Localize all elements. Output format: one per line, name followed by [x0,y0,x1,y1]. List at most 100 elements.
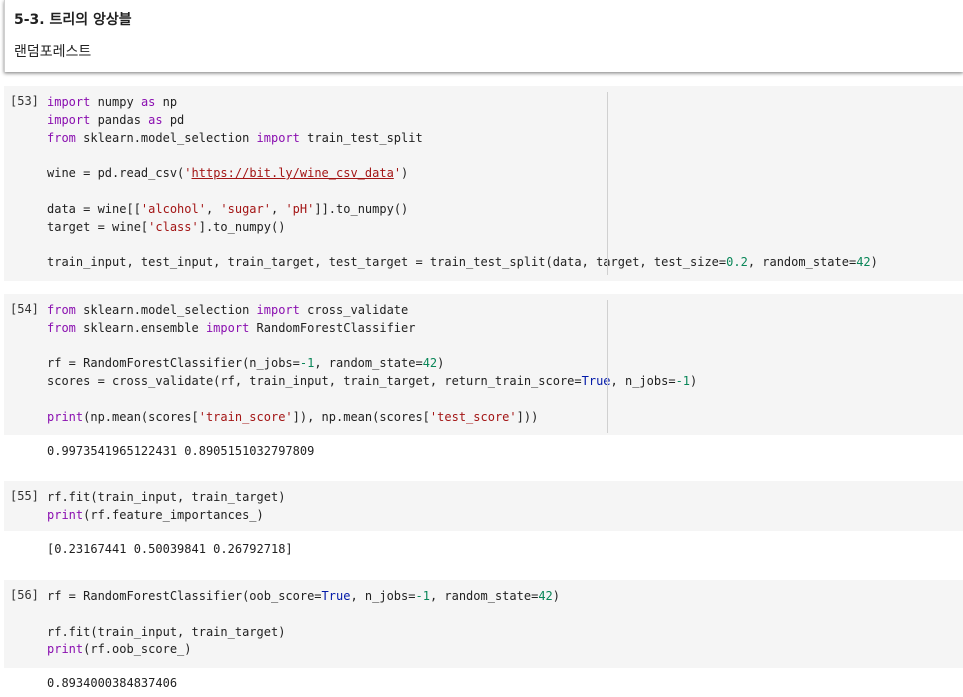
keyword: as [148,112,163,127]
keyword: from [47,130,76,145]
execution-count: [53] [10,94,39,108]
code-text: , random_state= [314,356,423,371]
code-text: (rf.oob_score_) [83,642,192,657]
code-editor[interactable]: import numpy as np import pandas as pd fro… [47,94,878,272]
section-heading: 5-3. 트리의 앙상블 [14,12,132,28]
code-text: scores = cross_validate(rf, train_input,… [47,374,582,389]
code-text: RandomForestClassifier [249,320,416,335]
execution-count: [54] [10,302,39,316]
code-text: np [155,95,178,109]
number: 42 [856,255,871,270]
code-line: data = wine[['alcohol', 'sugar', 'pH']].… [47,201,878,219]
code-line: from sklearn.model_selection import trai… [47,130,878,148]
number: 0.2 [726,255,748,270]
keyword: import [205,320,250,335]
code-text: ]), np.mean(scores[ [292,409,430,424]
code-text: , random_state= [747,255,857,270]
keyword: import [256,130,300,145]
cell-output: [0.23167441 0.50039841 0.26792718] [47,542,293,556]
keyword: as [140,95,156,109]
code-line: import numpy as np [47,94,878,112]
string: 'sugar' [220,201,271,216]
code-line: wine = pd.read_csv('https://bit.ly/wine_… [47,165,878,183]
number: -1 [415,589,430,603]
code-line: from sklearn.model_selection import cros… [47,302,697,320]
code-text: ].to_numpy() [198,219,286,234]
keyword: import [256,303,300,317]
keyword: from [47,303,76,317]
column-ruler [607,92,608,275]
code-cell-55[interactable]: [55] rf.fit(train_input, train_target)pr… [4,481,963,531]
code-editor[interactable]: from sklearn.model_selection import cros… [47,302,697,427]
code-text: , n_jobs= [350,589,416,603]
code-line: print(np.mean(scores['train_score']), np… [47,409,697,427]
constant: True [321,589,351,603]
code-cell-54[interactable]: [54] from sklearn.model_selection import… [4,294,963,435]
code-text: train_test_split [299,130,423,145]
code-line: print(rf.oob_score_) [47,641,560,659]
builtin: print [47,642,84,657]
code-text: cross_validate [299,303,409,317]
code-cell-56[interactable]: [56] rf = RandomForestClassifier(oob_sco… [4,580,963,668]
keyword: import [47,95,91,109]
code-text: sklearn.ensemble [75,320,206,335]
code-editor[interactable]: rf = RandomForestClassifier(oob_score=Tr… [47,588,560,659]
code-text: pandas [90,112,149,127]
code-text: (rf.feature_importances_) [83,507,264,522]
code-text: rf = RandomForestClassifier(n_jobs= [47,356,300,371]
code-editor[interactable]: rf.fit(train_input, train_target) print(r… [47,489,285,525]
code-text: sklearn.model_selection [75,130,257,145]
number: -1 [299,356,315,371]
code-cell-53[interactable]: [53] import numpy as np import pandas as … [4,86,963,281]
code-text: , [270,201,286,216]
string: ' [184,166,192,181]
string: 'train_score' [198,409,293,424]
code-text: ) [552,589,560,603]
string: 'class' [148,219,199,234]
code-line: rf.fit(train_input, train_target) [47,624,560,642]
code-text: , random_state= [429,589,539,603]
code-text: ) [690,374,698,389]
keyword: from [47,320,76,335]
code-line: train_input, test_input, train_target, t… [47,254,878,272]
builtin: print [47,409,84,424]
code-line: rf = RandomForestClassifier(oob_score=Tr… [47,588,560,606]
string: 'alcohol' [140,201,206,216]
url-link[interactable]: https://bit.ly/wine_csv_data [192,166,394,180]
code-text: rf.fit(train_input, train_target) [47,490,286,504]
keyword: import [47,112,91,127]
code-text: ])) [516,409,539,424]
string: 'test_score' [429,409,517,424]
execution-count: [55] [10,489,39,503]
code-text: wine = pd.read_csv( [47,166,185,181]
code-line: print(rf.feature_importances_) [47,507,285,525]
code-text: pd [162,112,185,127]
cell-output: 0.9973541965122431 0.8905151032797809 [47,444,315,458]
code-text: ]].to_numpy() [314,201,409,216]
code-line: rf.fit(train_input, train_target) [47,489,285,507]
number: 42 [538,589,553,603]
code-text: ) [870,255,878,270]
string: ' [393,166,402,181]
execution-count: [56] [10,588,39,602]
code-line: target = wine['class'].to_numpy() [47,219,878,237]
code-text: rf = RandomForestClassifier(oob_score= [47,589,322,603]
number: -1 [675,374,691,389]
code-line: from sklearn.ensemble import RandomFores… [47,320,697,338]
code-text: , [205,201,221,216]
code-text: (np.mean(scores[ [83,409,199,424]
markdown-cell[interactable]: 5-3. 트리의 앙상블 랜덤포레스트 [4,0,963,72]
code-text: sklearn.model_selection [75,303,257,317]
code-text: numpy [90,95,141,109]
builtin: print [47,507,84,522]
code-line: import pandas as pd [47,112,878,130]
section-subtext: 랜덤포레스트 [14,44,92,60]
cell-output: 0.8934000384837406 [47,676,178,690]
code-text: data = wine[[ [47,201,141,216]
code-text: ) [401,166,409,181]
code-text: , n_jobs= [610,374,676,389]
